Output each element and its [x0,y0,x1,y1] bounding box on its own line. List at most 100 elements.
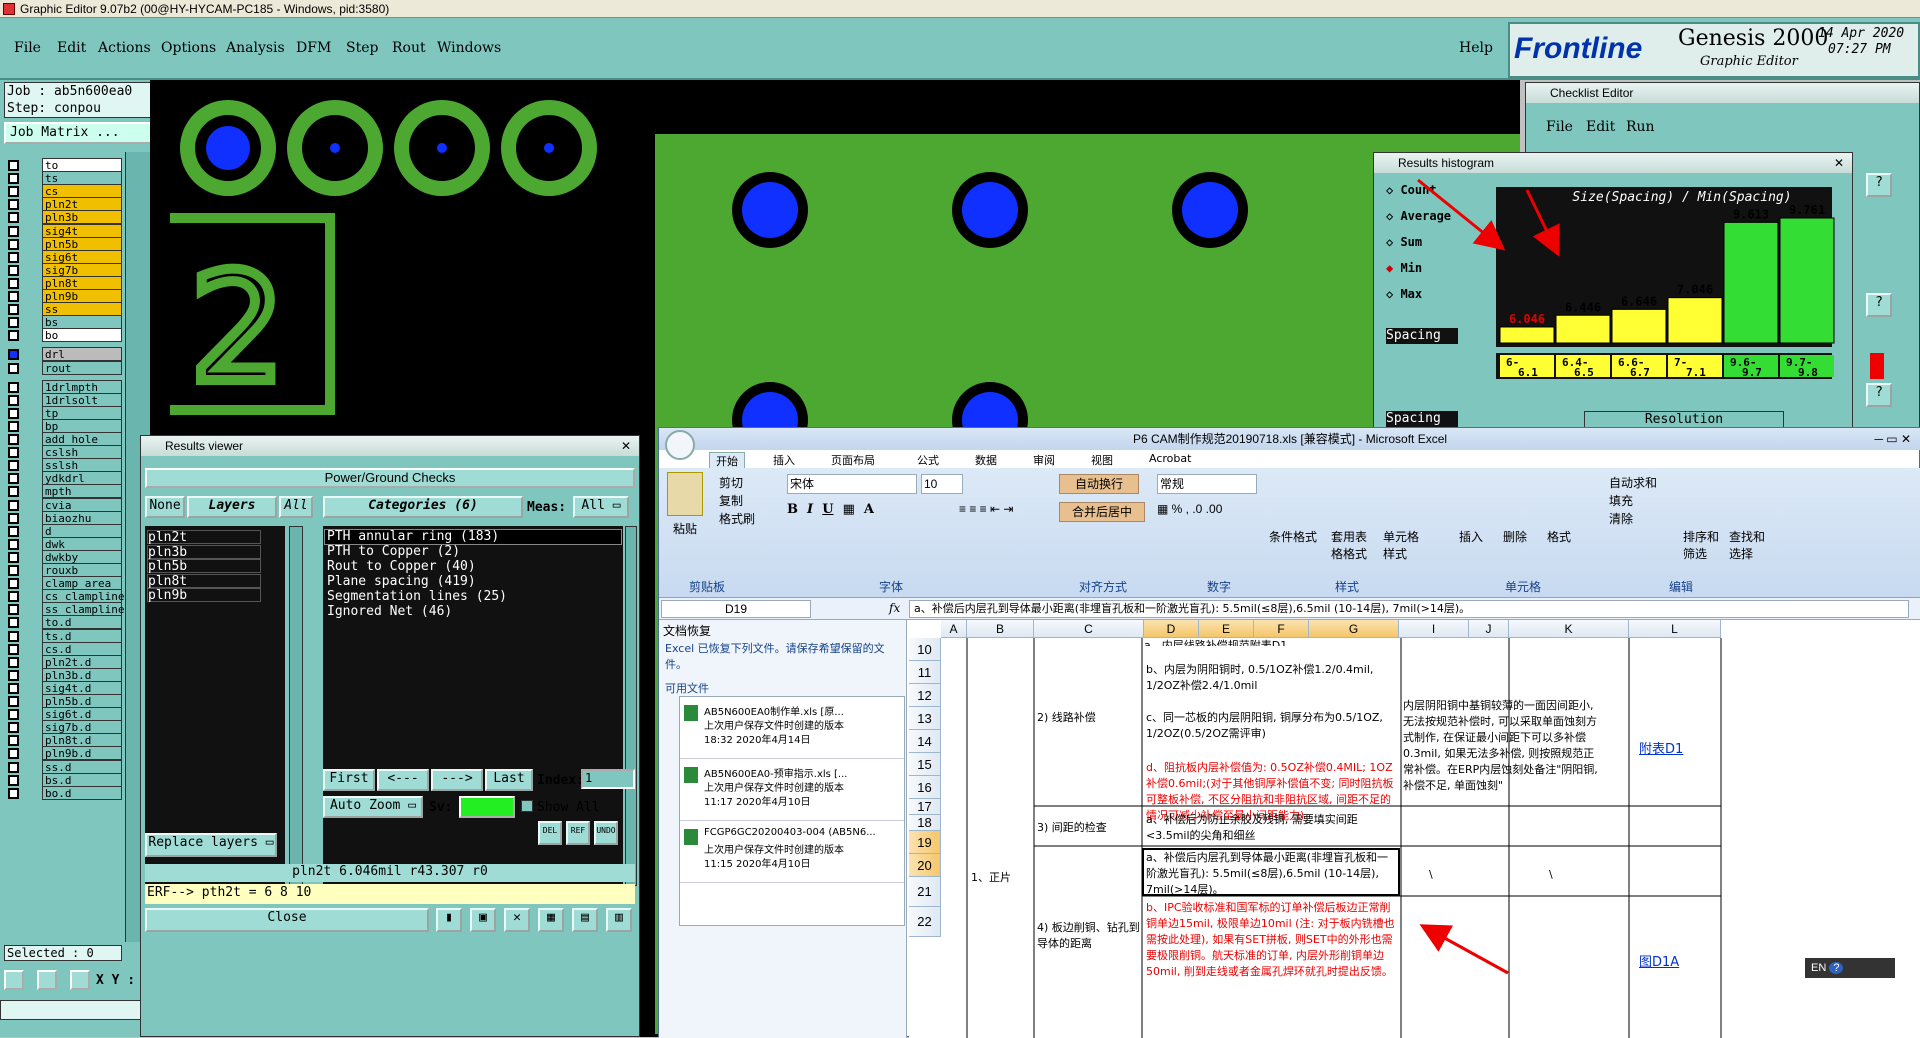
index-input[interactable]: 1 [581,769,635,789]
formula-input[interactable]: a、补偿后内层孔到导体最小距离(非埋盲孔板和一阶激光盲孔): 5.5mil(≤8… [909,600,1909,618]
column-header[interactable]: F [1254,620,1309,638]
measure-icon[interactable] [37,970,57,990]
layer-name[interactable]: ss [42,302,122,317]
result-layer-item[interactable]: pln3b [147,544,261,559]
recovery-file-item[interactable]: AB5N600EA0-预审指示.xls [... 上次用户保存文件时创建的版本 11… [680,765,904,821]
sv-color-select[interactable] [459,796,515,818]
sheet-cell[interactable]: 2) 线路补偿 [1037,710,1142,740]
layer-name[interactable]: pln8t.d [42,733,122,748]
layer-name[interactable]: d [42,523,122,538]
tool-icon-6[interactable]: ▥ [606,908,632,932]
layer-name[interactable]: to.d [42,615,122,630]
layer-name[interactable]: cslsh [42,445,122,460]
layer-checkbox[interactable] [8,748,19,760]
layer-name[interactable]: bs [42,315,122,330]
zoom-icon[interactable] [4,970,24,990]
close-button[interactable]: Close [145,908,429,932]
sheet-cell[interactable]: b、内层为阴阳铜时, 0.5/1OZ补偿1.2/0.4mil, 1/2OZ补偿2… [1146,662,1399,708]
tool-icon-3[interactable]: ✕ [504,908,530,932]
prev-button[interactable]: <--- [377,769,429,791]
layer-checkbox[interactable] [8,617,19,629]
menu-edit[interactable]: Edit [57,40,86,56]
menu-help[interactable]: Help [1459,40,1493,56]
column-header[interactable]: G [1309,620,1399,638]
font-style-buttons[interactable]: B I U ▦ A [787,502,967,524]
layer-name[interactable]: sig4t [42,223,122,238]
layer-checkbox[interactable] [8,473,19,485]
layer-name[interactable]: bs.d [42,772,122,787]
option-sum[interactable]: ◇ Sum [1386,235,1422,249]
layer-checkbox[interactable] [8,774,19,786]
layer-name[interactable]: drl [42,347,122,362]
auto-zoom-select[interactable]: Auto Zoom ▭ [323,796,423,818]
layer-name[interactable]: pln2t.d [42,654,122,669]
layer-row[interactable]: bo [4,328,124,343]
name-box[interactable]: D19 [661,600,811,618]
layer-name[interactable]: dwkby [42,549,122,564]
number-buttons[interactable]: ▦ % , .0 .00 [1157,502,1257,522]
histogram-close-icon[interactable]: ✕ [1834,153,1844,173]
cut-button[interactable]: 剪切 [719,474,743,491]
layer-checkbox[interactable] [8,538,19,550]
paste-icon[interactable] [667,472,703,516]
layer-name[interactable]: cs [42,184,122,199]
layer-checkbox[interactable] [8,264,19,276]
replace-layers-select[interactable]: Replace layers ▭ [145,833,277,857]
ribbon-tab[interactable]: 视图 [1085,452,1119,468]
job-matrix-button[interactable]: Job Matrix ... [4,122,152,144]
show-all-checkbox[interactable] [521,800,533,812]
ribbon-tab[interactable]: 公式 [911,452,945,468]
meas-select[interactable]: All ▭ [573,496,629,518]
checklist-menu-edit[interactable]: Edit [1586,119,1615,135]
column-header[interactable]: L [1629,620,1721,638]
sheet-cell[interactable]: \ [1549,867,1569,883]
next-button[interactable]: ---> [431,769,483,791]
layer-name[interactable]: sslsh [42,458,122,473]
row-header[interactable]: 18 [909,815,941,831]
del-button[interactable]: DEL [538,821,562,845]
tool-icon-4[interactable]: ▦ [538,908,564,932]
column-header[interactable]: E [1199,620,1254,638]
layer-checkbox[interactable] [8,761,19,773]
layer-checkbox[interactable] [8,709,19,721]
option-max[interactable]: ◇ Max [1386,287,1422,301]
column-header[interactable]: J [1469,620,1509,638]
layer-results-list[interactable]: pln2t pln3b pln5b pln8t pln9b [145,526,285,886]
layer-checkbox[interactable] [8,643,19,655]
checklist-menu-run[interactable]: Run [1626,119,1655,135]
table-format-button[interactable]: 套用表格格式 [1331,528,1371,562]
spreadsheet-grid[interactable]: A B C D E F G I J K L 10 11 12 13 14 15 16 17 18 19 20 21 22 a、内… [909,620,1920,1038]
tool-icon-2[interactable]: ▣ [470,908,496,932]
align-buttons[interactable]: ≡ ≡ ≡ ⇤ ⇥ [959,502,1049,522]
format-painter-button[interactable]: 格式刷 [719,510,755,527]
layer-checkbox[interactable] [8,160,19,171]
layer-checkbox[interactable] [8,186,19,198]
layer-checkbox[interactable] [8,238,19,250]
category-item[interactable]: PTH to Copper (2) [325,545,621,559]
layer-name[interactable]: sig7b.d [42,720,122,735]
histogram-bar[interactable] [1611,308,1667,344]
layer-checkbox[interactable] [8,551,19,563]
autosum-button[interactable]: 自动求和 [1609,474,1657,491]
insert-cells-button[interactable]: 插入 [1459,528,1483,545]
find-select-button[interactable]: 查找和选择 [1729,528,1771,562]
ribbon-tab[interactable]: 审阅 [1027,452,1061,468]
tool-icon-1[interactable]: ▮ [436,908,462,932]
layer-name[interactable]: cs.d [42,641,122,656]
row-header[interactable]: 21 [909,877,941,907]
layer-name[interactable]: sig7b [42,262,122,277]
layer-list-scrollbar[interactable] [289,526,303,886]
grid-icon[interactable] [70,970,90,990]
font-size-select[interactable]: 10 [921,474,963,494]
category-item[interactable]: Rout to Copper (40) [325,560,621,574]
row-header[interactable]: 19 [909,831,941,854]
option-min[interactable]: ◆ Min [1386,261,1422,275]
office-button[interactable] [665,430,695,460]
sheet-cell[interactable]: 图D1A [1639,955,1719,973]
menu-windows[interactable]: Windows [437,40,501,56]
copy-button[interactable]: 复制 [719,492,743,509]
column-header[interactable]: A [941,620,967,638]
layer-name[interactable]: ts.d [42,628,122,643]
layer-checkbox[interactable] [8,696,19,707]
layer-name[interactable]: dwk [42,536,122,551]
